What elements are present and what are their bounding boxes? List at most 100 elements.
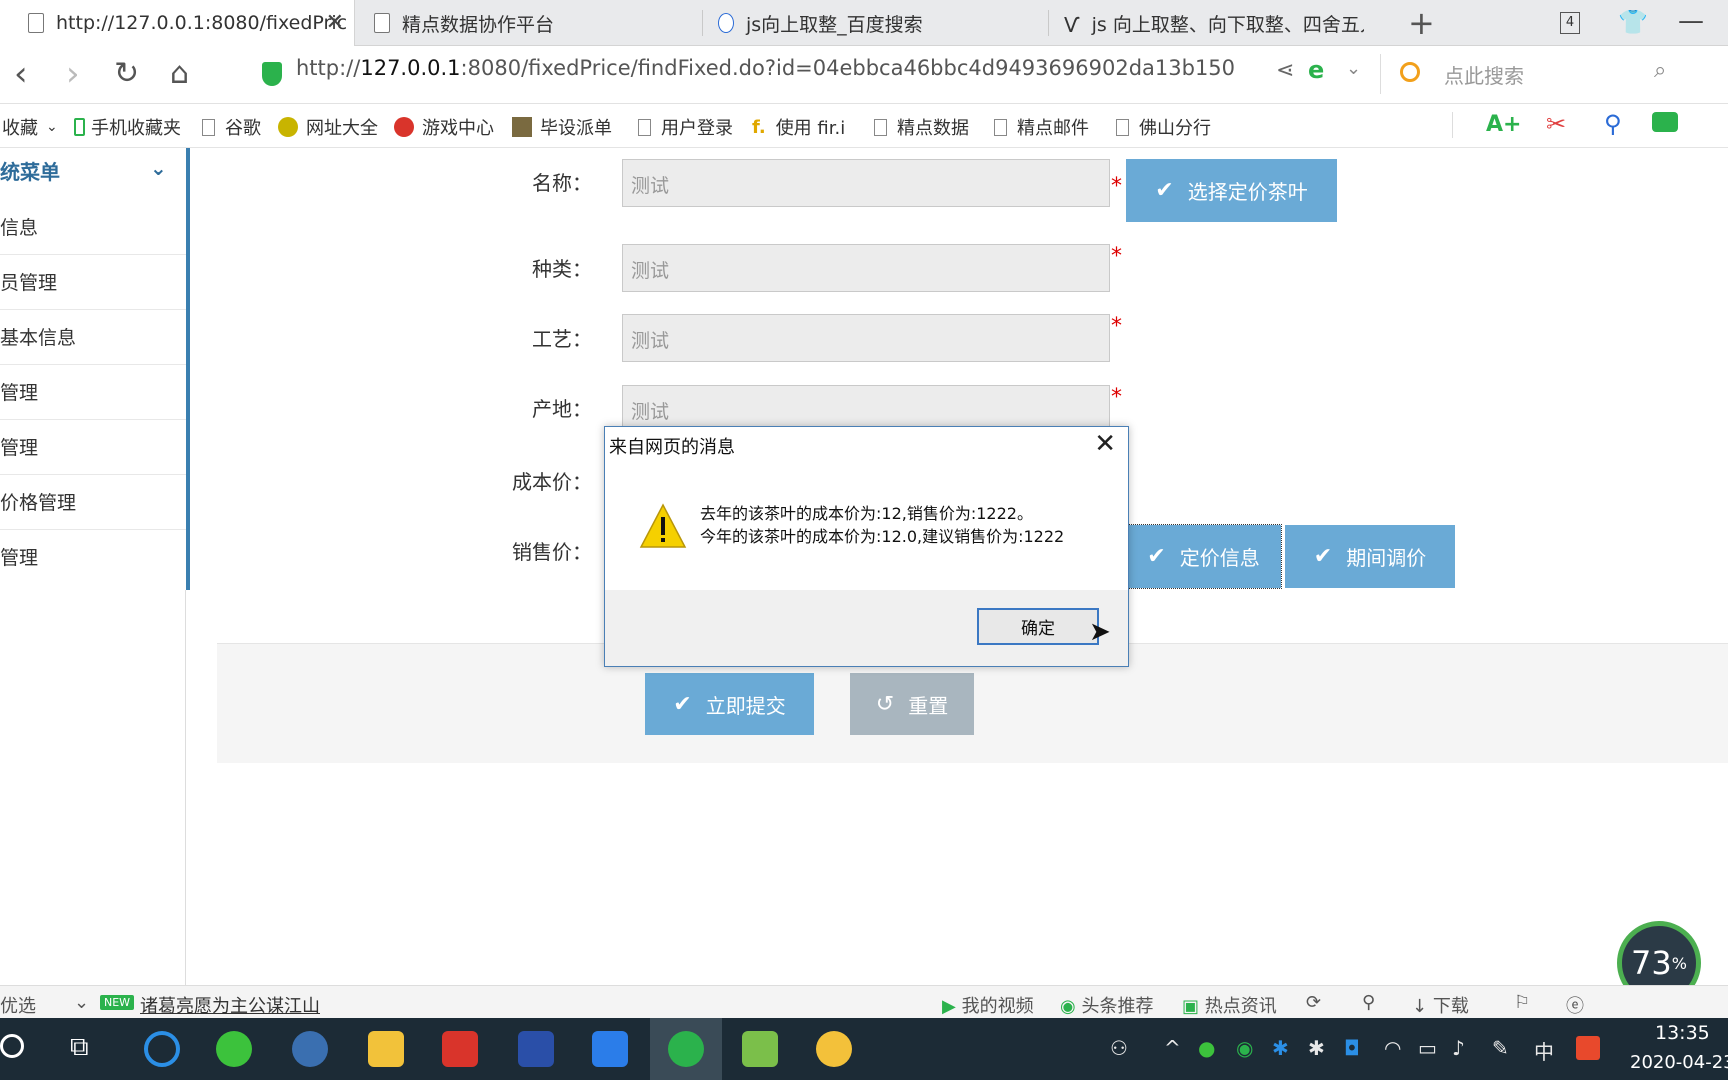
download-button[interactable]: ↓ 下载 <box>1412 992 1469 1018</box>
cortana-icon[interactable] <box>0 1034 24 1058</box>
bookmark-label: 手机收藏夹 <box>91 118 181 139</box>
qq-tray-icon[interactable]: ◘ <box>1344 1036 1360 1060</box>
wifi-icon[interactable]: ◠ <box>1384 1036 1401 1060</box>
chevron-down-icon[interactable]: ⌄ <box>74 992 89 1013</box>
tab-platform[interactable]: 精点数据协作平台 <box>374 0 694 46</box>
people-icon[interactable]: ⚇ <box>1110 1036 1128 1060</box>
recommend-button[interactable]: ◉ 头条推荐 <box>1060 992 1153 1018</box>
refresh-icon[interactable]: ↻ <box>114 54 139 94</box>
name-field[interactable]: 测试 <box>622 159 1110 207</box>
pen-icon[interactable]: ✎ <box>1492 1036 1509 1060</box>
bookmark-thesis[interactable]: 毕设派单 <box>512 114 612 140</box>
tab-count-badge[interactable]: 4 <box>1560 12 1580 34</box>
sidebar-item-basic-info[interactable]: 基本信息 <box>0 311 186 365</box>
price-label: 销售价： <box>512 540 592 564</box>
bookmark-google[interactable]: 谷歌 <box>202 114 261 140</box>
eclipse-icon[interactable] <box>518 1031 554 1067</box>
submit-button[interactable]: ✔ 立即提交 <box>645 673 814 735</box>
bookmark-sites[interactable]: 网址大全 <box>278 114 378 140</box>
sidebar-item-manage-1[interactable]: 管理 <box>0 366 186 420</box>
close-tab-icon[interactable]: ✕ <box>326 10 344 35</box>
sidebar-item-manage-2[interactable]: 管理 <box>0 421 186 475</box>
search-input[interactable]: 点此搜索 <box>1444 60 1524 89</box>
ie-mode-icon[interactable]: e <box>1308 56 1324 84</box>
sidebar-item-info[interactable]: 信息 <box>0 201 186 255</box>
bookmark-data[interactable]: 精点数据 <box>874 114 969 140</box>
pricing-info-button[interactable]: ✔ 定价信息 <box>1125 524 1282 589</box>
back-icon[interactable]: ‹ <box>14 54 28 94</box>
clock-date[interactable]: 2020-04-23 <box>1630 1052 1728 1073</box>
skin-icon[interactable]: 👕 <box>1618 8 1648 36</box>
sidebar-item-price[interactable]: 价格管理 <box>0 476 186 530</box>
folder-icon[interactable] <box>368 1031 404 1067</box>
period-adjust-button[interactable]: ✔ 期间调价 <box>1285 525 1455 588</box>
qq-browser-icon[interactable] <box>144 1031 180 1067</box>
news-button[interactable]: ▣ 热点资讯 <box>1182 992 1277 1018</box>
reset-button[interactable]: ↺ 重置 <box>850 673 974 735</box>
user-avatar-icon[interactable] <box>292 1031 328 1067</box>
ime-indicator[interactable]: 中 <box>1534 1036 1554 1065</box>
type-field[interactable]: 测试 <box>622 244 1110 292</box>
bookmark-label: 谷歌 <box>225 118 261 139</box>
360-browser-icon[interactable] <box>668 1031 704 1067</box>
wechat-tray-icon[interactable]: ● <box>1198 1036 1215 1060</box>
ok-button[interactable]: 确定 <box>977 608 1099 645</box>
button-label: 定价信息 <box>1179 546 1260 570</box>
sidebar-item-manage-3[interactable]: 管理 <box>0 531 186 585</box>
chevron-down-icon[interactable]: ⌄ <box>1346 58 1361 79</box>
magnifier-icon[interactable]: ⚲ <box>1604 110 1622 138</box>
bookmark-bank[interactable]: 佛山分行 <box>1116 114 1211 140</box>
tab-round[interactable]: Ѵ js 向上取整、向下取整、四舍五入 <box>1064 0 1364 46</box>
bookmark-mail[interactable]: 精点邮件 <box>994 114 1089 140</box>
forward-icon[interactable]: › <box>66 54 80 94</box>
sidebar-item-staff[interactable]: 员管理 <box>0 256 186 310</box>
search-icon[interactable]: ⌕ <box>1654 58 1666 83</box>
word-icon[interactable] <box>592 1031 628 1067</box>
bookmark-label: 使用 fir.i <box>775 118 846 139</box>
headline-link[interactable]: 诸葛亮愿为主公谋江山 <box>140 992 320 1018</box>
scissors-icon[interactable]: ✂ <box>1546 110 1566 138</box>
wechat-icon[interactable] <box>216 1031 252 1067</box>
star-tray-icon[interactable]: ✱ <box>1272 1036 1289 1060</box>
bookmark-games[interactable]: 游戏中心 <box>394 114 494 140</box>
translate-icon[interactable]: A+ <box>1486 112 1521 137</box>
volume-icon[interactable]: ♪ <box>1452 1036 1465 1060</box>
sidebar-header[interactable]: 统菜单 ⌄ <box>0 156 186 196</box>
app-yellow-icon[interactable] <box>816 1031 852 1067</box>
close-icon[interactable]: ✕ <box>1094 429 1116 459</box>
flag-icon[interactable]: ⚐ <box>1514 992 1530 1013</box>
image-viewer-icon[interactable] <box>742 1031 778 1067</box>
speed-icon[interactable]: ⟳ <box>1306 992 1321 1013</box>
battery-icon[interactable]: ▭ <box>1418 1036 1437 1060</box>
bookmark-mobile[interactable]: 手机收藏夹 <box>74 114 181 140</box>
search-engine-icon[interactable] <box>1400 62 1420 82</box>
tab-fixed-price[interactable]: http://127.0.0.1:8080/fixedPric ✕ <box>0 0 355 46</box>
bookmark-login[interactable]: 用户登录 <box>638 114 733 140</box>
task-view-icon[interactable]: ⧉ <box>70 1032 89 1063</box>
url-field[interactable]: http://127.0.0.1:8080/fixedPrice/findFix… <box>296 56 1235 80</box>
pin-icon[interactable]: ⚲ <box>1362 992 1375 1013</box>
share-icon[interactable]: ⋖ <box>1276 58 1294 83</box>
new-tab-icon[interactable]: + <box>1408 4 1435 42</box>
sogou-icon[interactable] <box>1576 1036 1600 1060</box>
status-bar: 优选 ⌄ NEW 诸葛亮愿为主公谋江山 ▶ 我的视频 ◉ 头条推荐 ▣ 热点资讯… <box>0 985 1728 1018</box>
minimize-icon[interactable]: — <box>1678 6 1704 36</box>
home-icon[interactable]: ⌂ <box>170 54 189 94</box>
message-line-1: 去年的该茶叶的成本价为:12,销售价为:1222。 <box>700 504 1033 523</box>
app-red-icon[interactable] <box>442 1031 478 1067</box>
360-tray-icon[interactable]: ◉ <box>1236 1036 1253 1060</box>
chevron-up-icon[interactable]: ^ <box>1164 1036 1181 1060</box>
bookmark-fir[interactable]: f. 使用 fir.i <box>752 114 845 140</box>
alert-dialog: 来自网页的消息 ✕ 去年的该茶叶的成本价为:12,销售价为:1222。 今年的该… <box>604 426 1129 667</box>
tab-baidu[interactable]: js向上取整_百度搜索 <box>718 0 1038 46</box>
page-icon <box>28 13 44 33</box>
craft-field[interactable]: 测试 <box>622 314 1110 362</box>
bookmark-favorites[interactable]: 收藏 ⌄ <box>2 114 58 140</box>
select-tea-button[interactable]: ✔ 选择定价茶叶 <box>1126 159 1337 222</box>
ie-icon[interactable]: ⓔ <box>1566 992 1584 1018</box>
gamepad-icon[interactable] <box>1652 112 1678 132</box>
taskbar: ⧉ ⚇ ^ ● ◉ ✱ ✱ ◘ ◠ ▭ ♪ ✎ 中 13:35 2020-04-… <box>0 1018 1728 1080</box>
my-video-button[interactable]: ▶ 我的视频 <box>942 992 1034 1018</box>
tray-icon[interactable]: ✱ <box>1308 1036 1325 1060</box>
clock-time[interactable]: 13:35 <box>1655 1022 1710 1044</box>
